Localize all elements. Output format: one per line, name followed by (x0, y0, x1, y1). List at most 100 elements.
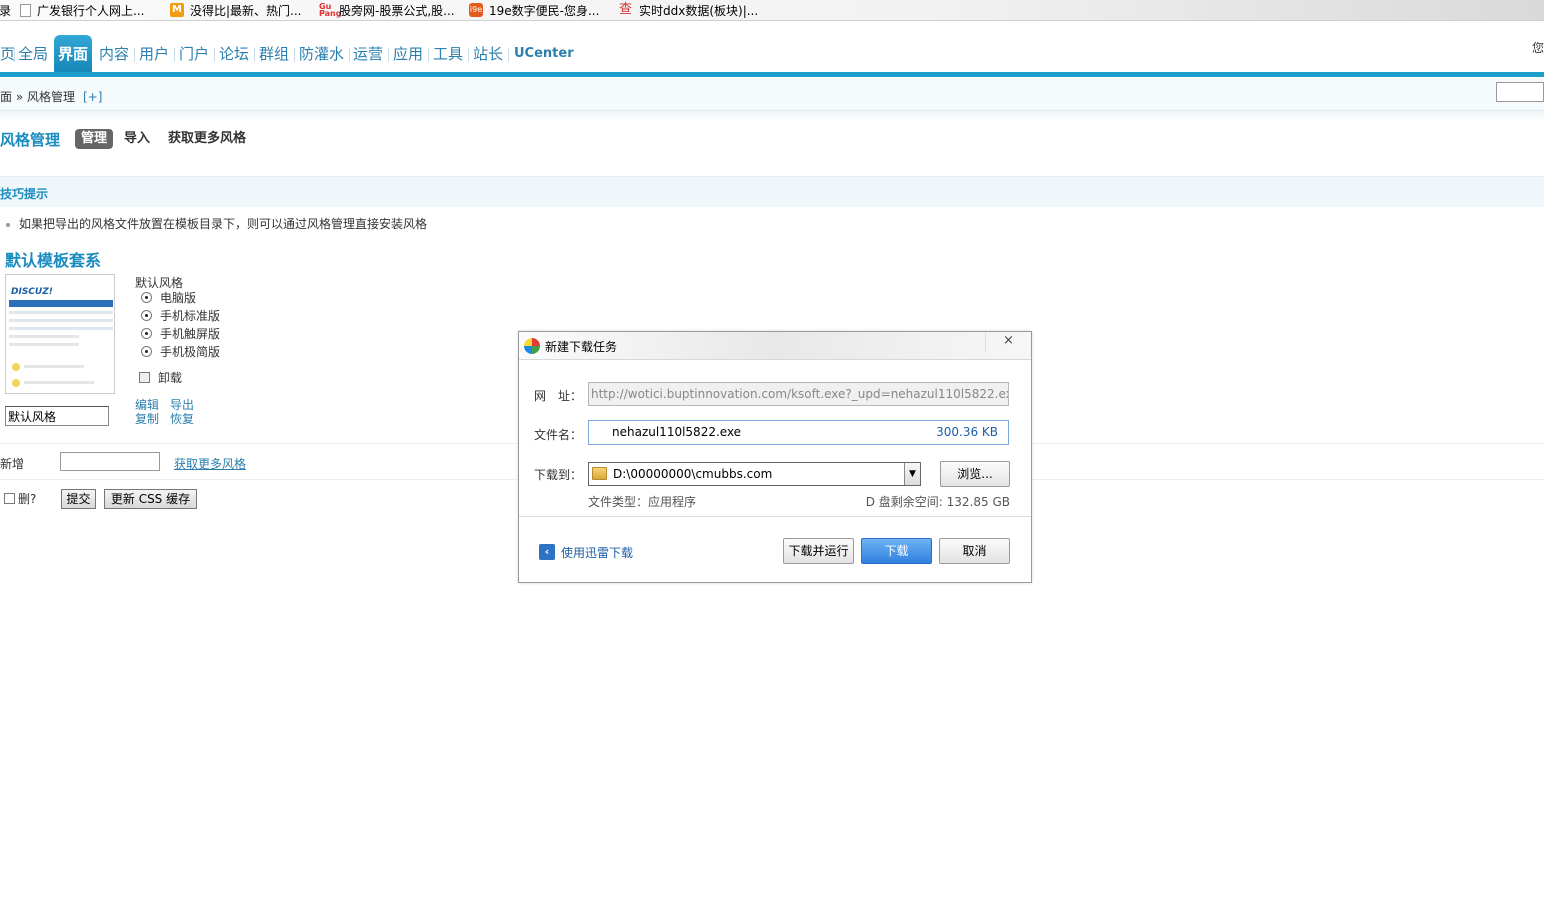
nav-item-global[interactable]: 全局 (18, 35, 48, 73)
thumb-avatar-icon (12, 379, 20, 387)
chevron-down-icon[interactable]: ▼ (904, 463, 920, 485)
bookmark-label: 没得比|最新、热门... (190, 3, 302, 18)
delete-option[interactable]: 删? (4, 490, 36, 507)
new-style-input[interactable] (60, 452, 160, 471)
copy-link[interactable]: 复制 (135, 410, 159, 427)
radio-mobile-minimal[interactable]: 手机极简版 (141, 343, 220, 359)
breadcrumb-add-button[interactable]: [+] (83, 90, 102, 104)
nav-separator (508, 48, 509, 62)
restore-link[interactable]: 恢复 (170, 410, 194, 427)
gupang-icon: Gu Pang (319, 2, 342, 18)
uninstall-label: 卸载 (158, 370, 183, 385)
radio-button[interactable] (141, 345, 152, 357)
delete-label: 删? (18, 492, 37, 506)
app-logo-icon (524, 338, 540, 354)
nav-separator (214, 48, 215, 62)
cancel-button[interactable]: 取消 (939, 538, 1010, 564)
breadcrumb-text: 面 » 风格管理 (0, 90, 75, 104)
radio-label: 手机标准版 (160, 308, 221, 323)
nav-item-operations[interactable]: 运营 (353, 35, 383, 73)
template-thumbnail[interactable]: DISCUZ! (5, 274, 115, 394)
thumb-row (9, 335, 79, 338)
discuz-logo: DISCUZ! (11, 287, 53, 297)
bookmark-item[interactable]: 广发银行个人网上... (20, 2, 144, 18)
thumb-avatar-icon (12, 363, 20, 371)
tip-text: 如果把导出的风格文件放置在模板目录下，则可以通过风格管理直接安装风格 (19, 217, 428, 231)
nav-separator (294, 48, 295, 62)
bookmark-item[interactable]: 查 实时ddx数据(板块)|... (619, 2, 758, 18)
bookmark-item[interactable]: 录 (0, 2, 11, 18)
thumb-row (9, 327, 113, 330)
bookmark-item[interactable]: M 没得比|最新、热门... (170, 2, 302, 18)
radio-pc[interactable]: 电脑版 (141, 289, 196, 305)
xunlei-icon[interactable]: ‹ (539, 544, 555, 560)
browse-button[interactable]: 浏览... (940, 461, 1010, 487)
breadcrumb-bar: 面 » 风格管理 [+] (0, 78, 1544, 111)
nav-separator (349, 48, 350, 62)
nav-item-ucenter[interactable]: UCenter (514, 35, 574, 73)
disk-free-space: D 盘剩余空间: 132.85 GB (865, 495, 1010, 509)
filename-value: nehazul110l5822.exe (612, 425, 742, 439)
user-greeting: 您 (1531, 41, 1544, 55)
header-shadow (0, 111, 1544, 121)
tab-import[interactable]: 导入 (118, 129, 156, 149)
nav-item-forum[interactable]: 论坛 (219, 35, 249, 73)
bookmark-item[interactable]: i9e 19e数字便民-您身... (469, 2, 599, 18)
nav-item-antispam[interactable]: 防灌水 (299, 35, 344, 73)
use-xunlei-link[interactable]: 使用迅雷下载 (561, 544, 633, 561)
nav-item-webmaster[interactable]: 站长 (473, 35, 503, 73)
url-field[interactable]: http://wotici.buptinnovation.com/ksoft.e… (588, 382, 1009, 406)
cha-icon: 查 (619, 2, 633, 17)
nav-item-tools[interactable]: 工具 (433, 35, 463, 73)
nav-item-portal[interactable]: 门户 (179, 35, 209, 73)
uninstall-option[interactable]: 卸载 (139, 369, 182, 385)
page-icon (20, 3, 31, 17)
nav-separator (388, 48, 389, 62)
thumb-row (9, 319, 113, 322)
nav-item-apps[interactable]: 应用 (393, 35, 423, 73)
tab-get-more-styles[interactable]: 获取更多风格 (162, 129, 252, 149)
delete-checkbox[interactable] (4, 493, 15, 504)
nav-item-groups[interactable]: 群组 (259, 35, 289, 73)
update-css-cache-button[interactable]: 更新 CSS 缓存 (104, 489, 197, 509)
filename-field[interactable]: nehazul110l5822.exe 300.36 KB (588, 420, 1009, 445)
radio-button[interactable] (141, 327, 152, 339)
nav-item-users[interactable]: 用户 (139, 35, 169, 73)
submit-button[interactable]: 提交 (61, 489, 96, 509)
radio-label: 电脑版 (160, 290, 197, 305)
uninstall-checkbox[interactable] (139, 371, 150, 383)
file-type: 文件类型：应用程序 (588, 495, 697, 509)
new-download-dialog: 新建下载任务 × 网 址： http://wotici.buptinnovati… (518, 331, 1032, 583)
style-name-input[interactable] (5, 406, 109, 426)
download-button[interactable]: 下载 (861, 538, 932, 564)
m-icon: M (170, 3, 184, 17)
thumb-header (9, 300, 113, 307)
bookmarks-bar: 录 广发银行个人网上... M 没得比|最新、热门... Gu Pang 股旁网-… (0, 0, 1544, 21)
radio-button[interactable] (141, 309, 152, 321)
breadcrumb: 面 » 风格管理 [+] (0, 88, 102, 105)
nav-item-interface[interactable]: 界面 (54, 35, 93, 73)
save-to-label: 下载到： (534, 468, 583, 482)
nav-separator (134, 48, 135, 62)
radio-mobile-touch[interactable]: 手机触屏版 (141, 325, 220, 341)
radio-button[interactable] (141, 291, 152, 303)
radio-mobile-standard[interactable]: 手机标准版 (141, 307, 220, 323)
nav-item-home[interactable]: 页 (0, 35, 15, 73)
download-and-run-button[interactable]: 下载并运行 (783, 538, 854, 564)
dialog-titlebar[interactable]: 新建下载任务 × (519, 332, 1031, 360)
section-title: 默认模板套系 (5, 251, 102, 270)
nav-separator (254, 48, 255, 62)
save-to-select[interactable]: D:\00000000\cmubbs.com ▼ (588, 462, 921, 486)
thumb-row (24, 365, 84, 368)
tips-title: 技巧提示 (0, 187, 49, 201)
get-more-styles-link[interactable]: 获取更多风格 (174, 455, 246, 472)
close-icon[interactable]: × (985, 332, 1031, 352)
bookmark-item[interactable]: Gu Pang 股旁网-股票公式,股... (319, 2, 455, 18)
bookmark-label: 股旁网-股票公式,股... (339, 3, 455, 18)
tip-item: 如果把导出的风格文件放置在模板目录下，则可以通过风格管理直接安装风格 (6, 215, 427, 232)
nav-item-content[interactable]: 内容 (99, 35, 129, 73)
nav-separator (468, 48, 469, 62)
quick-search-input[interactable] (1496, 82, 1544, 102)
file-size: 300.36 KB (936, 425, 998, 439)
tab-manage[interactable]: 管理 (75, 129, 114, 149)
